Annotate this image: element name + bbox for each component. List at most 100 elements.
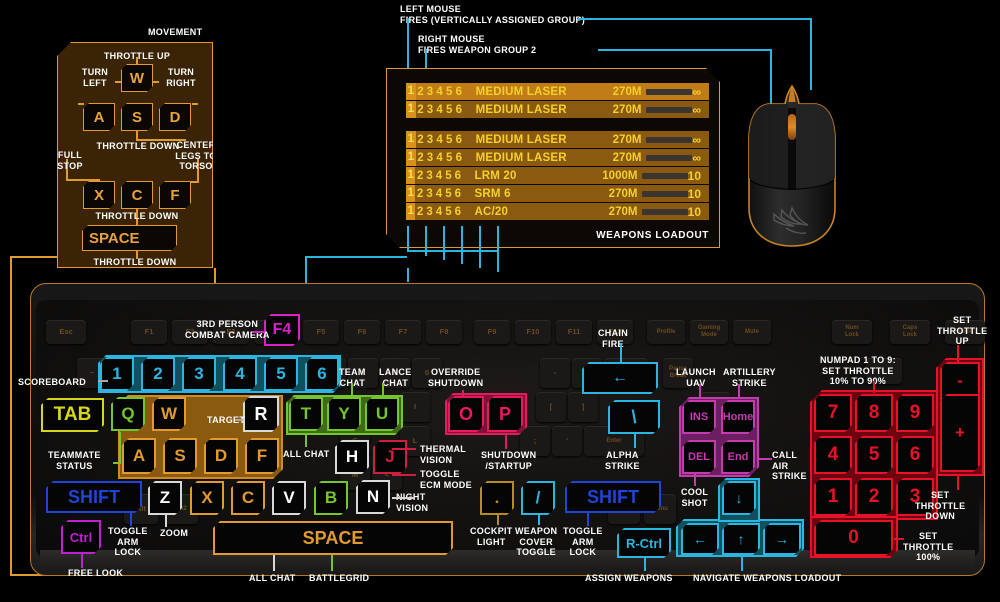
key-f7[interactable]: F7: [385, 320, 421, 344]
key-np2[interactable]: 2: [855, 478, 893, 516]
key-arrow-left[interactable]: ←: [681, 523, 719, 555]
weapon-group-1[interactable]: 1: [406, 149, 416, 166]
movement-key-x[interactable]: X: [83, 181, 115, 209]
movement-key-space[interactable]: SPACE: [82, 225, 177, 251]
key-b[interactable]: B: [314, 481, 348, 515]
weapon-group-3[interactable]: 3: [425, 188, 434, 200]
key-ins[interactable]: INS: [682, 400, 716, 434]
weapon-group-3[interactable]: 3: [425, 152, 435, 164]
weapon-group-6[interactable]: 6: [454, 86, 464, 98]
key-w[interactable]: W: [152, 397, 186, 431]
weapon-group-4[interactable]: 4: [435, 86, 445, 98]
weapon-group-1[interactable]: 1: [406, 185, 415, 202]
weapon-row[interactable]: 1 2 3 4 5 6 LRM 20 1000M 10: [406, 167, 709, 184]
key-slash[interactable]: /: [521, 481, 555, 515]
key-esc[interactable]: Esc: [46, 320, 86, 344]
key--[interactable]: ': [552, 426, 582, 456]
weapon-group-2[interactable]: 2: [416, 104, 426, 116]
weapon-group-4[interactable]: 4: [435, 104, 445, 116]
weapon-group-4[interactable]: 4: [435, 152, 445, 164]
weapon-group-2[interactable]: 2: [415, 206, 424, 218]
key-np0[interactable]: 0: [814, 520, 893, 556]
key-rshift[interactable]: SHIFT: [565, 481, 661, 513]
key-np9[interactable]: 9: [896, 394, 934, 432]
key-u[interactable]: U: [365, 397, 399, 431]
key-r[interactable]: R: [243, 396, 279, 432]
key-rctrl[interactable]: R-Ctrl: [617, 528, 671, 558]
weapon-group-6[interactable]: 6: [453, 188, 462, 200]
key--[interactable]: -: [540, 358, 570, 388]
key-num5[interactable]: 5: [264, 357, 298, 391]
weapon-group-3[interactable]: 3: [425, 134, 435, 146]
key-np8[interactable]: 8: [855, 394, 893, 432]
weapon-group-5[interactable]: 5: [444, 206, 453, 218]
weapon-group-4[interactable]: 4: [434, 170, 443, 182]
key-profile[interactable]: Profile: [647, 320, 685, 344]
key--[interactable]: ]: [568, 392, 598, 422]
key-f9[interactable]: F9: [474, 320, 510, 344]
key-np1[interactable]: 1: [814, 478, 852, 516]
weapon-row[interactable]: 1 2 3 4 5 6 MEDIUM LASER 270M ∞: [406, 131, 709, 148]
key-a[interactable]: A: [122, 438, 156, 474]
key-f5[interactable]: F5: [303, 320, 339, 344]
key-s[interactable]: S: [163, 438, 197, 474]
weapon-row[interactable]: 1 2 3 4 5 6 SRM 6 270M 10: [406, 185, 709, 202]
key-c[interactable]: C: [231, 481, 265, 515]
weapon-group-6[interactable]: 6: [454, 152, 464, 164]
key-arrow-up[interactable]: ↑: [722, 523, 760, 555]
key-backslash[interactable]: \: [608, 400, 660, 434]
weapon-group-1[interactable]: 1: [406, 167, 415, 184]
key-np4[interactable]: 4: [814, 436, 852, 474]
weapon-group-5[interactable]: 5: [444, 86, 454, 98]
key--[interactable]: [: [536, 392, 566, 422]
key-q[interactable]: Q: [111, 397, 145, 431]
weapon-group-6[interactable]: 6: [454, 104, 464, 116]
key-x[interactable]: X: [190, 481, 224, 515]
key-n[interactable]: N: [356, 480, 390, 514]
movement-key-d[interactable]: D: [159, 103, 191, 131]
weapon-group-6[interactable]: 6: [454, 134, 464, 146]
key-num6[interactable]: 6: [305, 357, 339, 391]
weapon-group-2[interactable]: 2: [416, 134, 426, 146]
movement-key-w[interactable]: W: [121, 64, 153, 92]
weapon-group-6[interactable]: 6: [453, 170, 462, 182]
weapon-group-5[interactable]: 5: [444, 134, 454, 146]
key-num3[interactable]: 3: [182, 357, 216, 391]
key-backspace[interactable]: ←: [582, 362, 658, 394]
weapon-group-2[interactable]: 2: [416, 86, 426, 98]
weapon-group-5[interactable]: 5: [444, 188, 453, 200]
key-num4[interactable]: 4: [223, 357, 257, 391]
key-mute[interactable]: Mute: [733, 320, 771, 344]
weapon-row[interactable]: 1 2 3 4 5 6 MEDIUM LASER 270M ∞: [406, 149, 709, 166]
key-ctrl[interactable]: Ctrl: [61, 520, 101, 554]
key-p[interactable]: P: [487, 396, 523, 432]
mouse-illustration[interactable]: [744, 82, 840, 250]
weapon-group-4[interactable]: 4: [435, 134, 445, 146]
weapon-group-3[interactable]: 3: [425, 206, 434, 218]
weapon-group-2[interactable]: 2: [415, 170, 424, 182]
key-t[interactable]: T: [289, 397, 323, 431]
key-z[interactable]: Z: [148, 481, 182, 515]
key-np6[interactable]: 6: [896, 436, 934, 474]
key-j[interactable]: J: [373, 440, 407, 474]
weapon-group-5[interactable]: 5: [444, 152, 454, 164]
key-np-plus[interactable]: +: [940, 394, 980, 472]
key-np7[interactable]: 7: [814, 394, 852, 432]
movement-key-f[interactable]: F: [159, 181, 191, 209]
key-f11[interactable]: F11: [556, 320, 592, 344]
weapon-group-3[interactable]: 3: [425, 86, 435, 98]
key-f[interactable]: F: [245, 438, 279, 474]
key-arrow-down[interactable]: ↓: [722, 481, 756, 515]
key-end[interactable]: End: [721, 440, 755, 474]
key-tab[interactable]: TAB: [41, 398, 104, 432]
key-space[interactable]: SPACE: [213, 521, 453, 555]
key-home[interactable]: Home: [721, 400, 755, 434]
key-d[interactable]: D: [204, 438, 238, 474]
weapon-row[interactable]: 1 2 3 4 5 6 MEDIUM LASER 270M ∞: [406, 101, 709, 118]
weapon-group-6[interactable]: 6: [453, 206, 462, 218]
weapon-group-3[interactable]: 3: [425, 104, 435, 116]
key-lshift[interactable]: SHIFT: [46, 481, 142, 513]
weapon-group-3[interactable]: 3: [425, 170, 434, 182]
weapon-row[interactable]: 1 2 3 4 5 6 AC/20 270M 10: [406, 203, 709, 220]
weapons-loadout-panel[interactable]: 1 2 3 4 5 6 MEDIUM LASER 270M ∞ 1 2 3 4 5 6 MEDIUM LASE…: [386, 68, 720, 248]
